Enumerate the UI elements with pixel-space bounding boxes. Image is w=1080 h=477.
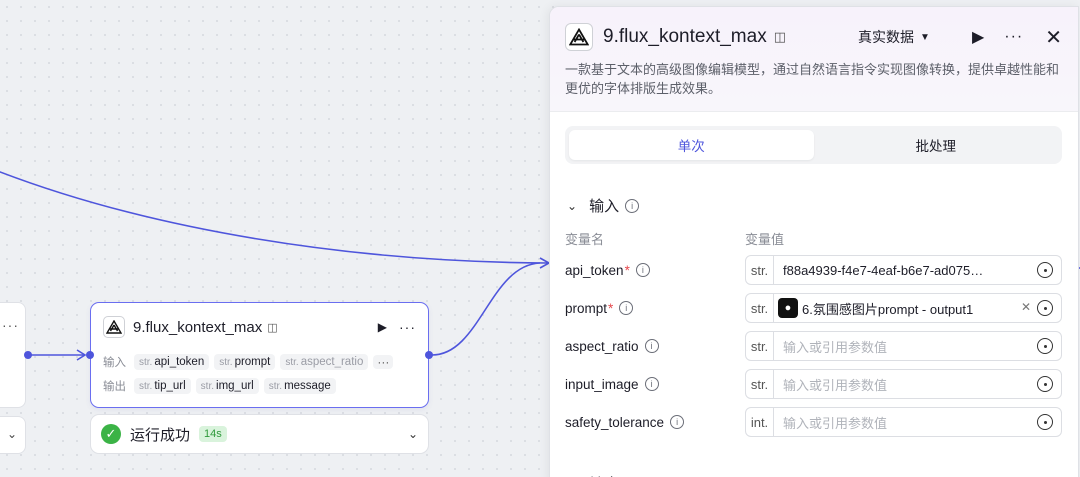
variable-icon[interactable] (1037, 376, 1053, 392)
panel-header: 9.flux_kontext_max ◫ 真实数据 ▼ ▶ ··· ✕ 一款基于… (550, 7, 1078, 112)
info-icon[interactable]: i (644, 339, 659, 353)
input-section-header[interactable]: ⌄ 输入 i (567, 195, 640, 216)
output-port[interactable] (24, 351, 32, 359)
node-outputs-row: 输出 str. tip_url str. img_url str. message (103, 377, 418, 395)
play-icon[interactable]: ▶ (378, 320, 387, 334)
section-title: 输入 (589, 198, 620, 215)
section-title: 输出 (589, 473, 619, 477)
data-mode-label: 真实数据 (858, 29, 915, 45)
col-name-header: 变量名 (565, 232, 605, 247)
more-icon[interactable]: ··· (399, 319, 416, 335)
type-label: str. (746, 294, 774, 322)
type-label: int. (746, 408, 774, 436)
type-label: str. (746, 332, 774, 360)
input-tag: str. prompt (214, 354, 276, 370)
variable-icon[interactable] (1037, 414, 1053, 430)
data-mode-select[interactable]: 真实数据 ▼ (858, 27, 930, 47)
safety-tolerance-field[interactable]: int. 输入或引用参数值 (745, 407, 1062, 437)
robot-icon: ◫ (773, 29, 786, 44)
info-icon[interactable]: i (625, 198, 640, 213)
inputs-label: 输入 (103, 357, 126, 369)
info-icon[interactable]: i (670, 415, 685, 429)
tab-batch[interactable]: 批处理 (814, 130, 1059, 160)
param-row: prompt * i str. ● 6.氛围感图片prompt - output1… (565, 293, 1062, 323)
chevron-down-icon[interactable]: ⌄ (567, 199, 577, 213)
input-tag: str. api_token (134, 354, 210, 370)
param-name: aspect_ratio (565, 338, 639, 354)
output-tag: str. message (263, 378, 336, 394)
node-avatar-icon: ● (778, 298, 798, 318)
tab-single[interactable]: 单次 (569, 130, 814, 160)
mode-tabs: 单次 批处理 (565, 126, 1062, 164)
col-value-header: 变量值 (745, 232, 785, 247)
node-detail-panel: 9.flux_kontext_max ◫ 真实数据 ▼ ▶ ··· ✕ 一款基于… (549, 6, 1079, 477)
flux-node[interactable]: 9.flux_kontext_max ◫ ▶ ··· 输入 str. api_to… (90, 302, 429, 408)
play-icon[interactable]: ▶ (972, 27, 984, 47)
edge-node-to-panel (431, 262, 541, 356)
aspect-ratio-field[interactable]: str. 输入或引用参数值 (745, 331, 1062, 361)
previous-node-status[interactable]: ⌄ (0, 416, 26, 454)
chevron-down-icon[interactable]: ⌄ (408, 427, 418, 441)
edge-top-to-panel (0, 171, 549, 264)
api-token-field[interactable]: str. f88a4939-f4e7-4eaf-b6e7-ad075… (745, 255, 1062, 285)
workflow-canvas[interactable]: ··· ⌄ 9.flux_kontext_max ◫ ▶ ··· 输入 str.… (0, 0, 1080, 477)
node-inputs-row: 输入 str. api_token str. prompt str. aspect_r… (103, 353, 418, 371)
node-title: 9.flux_kontext_max (133, 318, 263, 336)
info-icon[interactable]: i (635, 263, 650, 277)
variable-icon[interactable] (1037, 262, 1053, 278)
field-value[interactable]: f88a4939-f4e7-4eaf-b6e7-ad075… (783, 263, 1031, 278)
chevron-down-icon[interactable]: ⌄ (7, 427, 17, 441)
ref-node: 6.氛围感图片prompt (802, 301, 919, 317)
more-icon[interactable]: ··· (1004, 28, 1023, 46)
required-mark: * (608, 300, 614, 316)
output-tag: str. tip_url (134, 378, 191, 394)
info-icon[interactable]: i (619, 301, 634, 315)
input-image-field[interactable]: str. 输入或引用参数值 (745, 369, 1062, 399)
input-port[interactable] (86, 351, 94, 359)
info-icon[interactable]: i (644, 377, 659, 391)
robot-icon: ◫ (267, 321, 278, 334)
param-name: prompt (565, 300, 608, 316)
run-status-bar[interactable]: ✓ 运行成功 14s ⌄ (90, 414, 429, 454)
panel-description: 一款基于文本的高级图像编辑模型，通过自然语言指令实现图像转换，提供卓越性能和更优… (565, 62, 1060, 96)
field-placeholder[interactable]: 输入或引用参数值 (783, 413, 1031, 432)
prompt-field[interactable]: str. ● 6.氛围感图片prompt - output1 ✕ (745, 293, 1062, 323)
ref-output: output1 (929, 301, 974, 317)
flux-logo-icon (565, 23, 593, 51)
type-label: str. (746, 256, 774, 284)
flux-logo-icon (103, 316, 125, 338)
caret-down-icon: ▼ (920, 31, 930, 43)
ref-separator: - (918, 301, 930, 317)
field-placeholder[interactable]: 输入或引用参数值 (783, 375, 1031, 394)
outputs-label: 输出 (103, 381, 126, 393)
output-section-header[interactable]: ⌄ 输出 (567, 473, 619, 477)
node-header: 9.flux_kontext_max ◫ ▶ ··· (103, 315, 416, 339)
variable-icon[interactable] (1037, 300, 1053, 316)
output-port[interactable] (425, 351, 433, 359)
panel-title: 9.flux_kontext_max (603, 26, 767, 47)
duration-badge: 14s (199, 426, 227, 442)
param-name: safety_tolerance (565, 414, 665, 430)
param-row: aspect_ratio i str. 输入或引用参数值 (565, 331, 1062, 361)
param-name: api_token (565, 262, 624, 278)
param-row: input_image i str. 输入或引用参数值 (565, 369, 1062, 399)
input-tag: str. aspect_ratio (280, 354, 369, 370)
variable-icon[interactable] (1037, 338, 1053, 354)
previous-node[interactable]: ··· (0, 302, 26, 408)
clear-icon[interactable]: ✕ (1021, 300, 1031, 314)
close-icon[interactable]: ✕ (1045, 25, 1062, 50)
check-circle-icon: ✓ (101, 424, 121, 444)
required-mark: * (624, 262, 630, 278)
param-row: safety_tolerance i int. 输入或引用参数值 (565, 407, 1062, 437)
more-icon[interactable]: ··· (2, 317, 19, 333)
more-inputs-button[interactable]: ··· (373, 355, 394, 369)
output-tag: str. img_url (195, 378, 259, 394)
field-placeholder[interactable]: 输入或引用参数值 (783, 337, 1031, 356)
reference-chip[interactable]: ● 6.氛围感图片prompt - output1 (778, 298, 1028, 318)
status-text: 运行成功 (130, 426, 191, 444)
param-row: api_token * i str. f88a4939-f4e7-4eaf-b6e… (565, 255, 1062, 285)
type-label: str. (746, 370, 774, 398)
param-name: input_image (565, 376, 639, 392)
